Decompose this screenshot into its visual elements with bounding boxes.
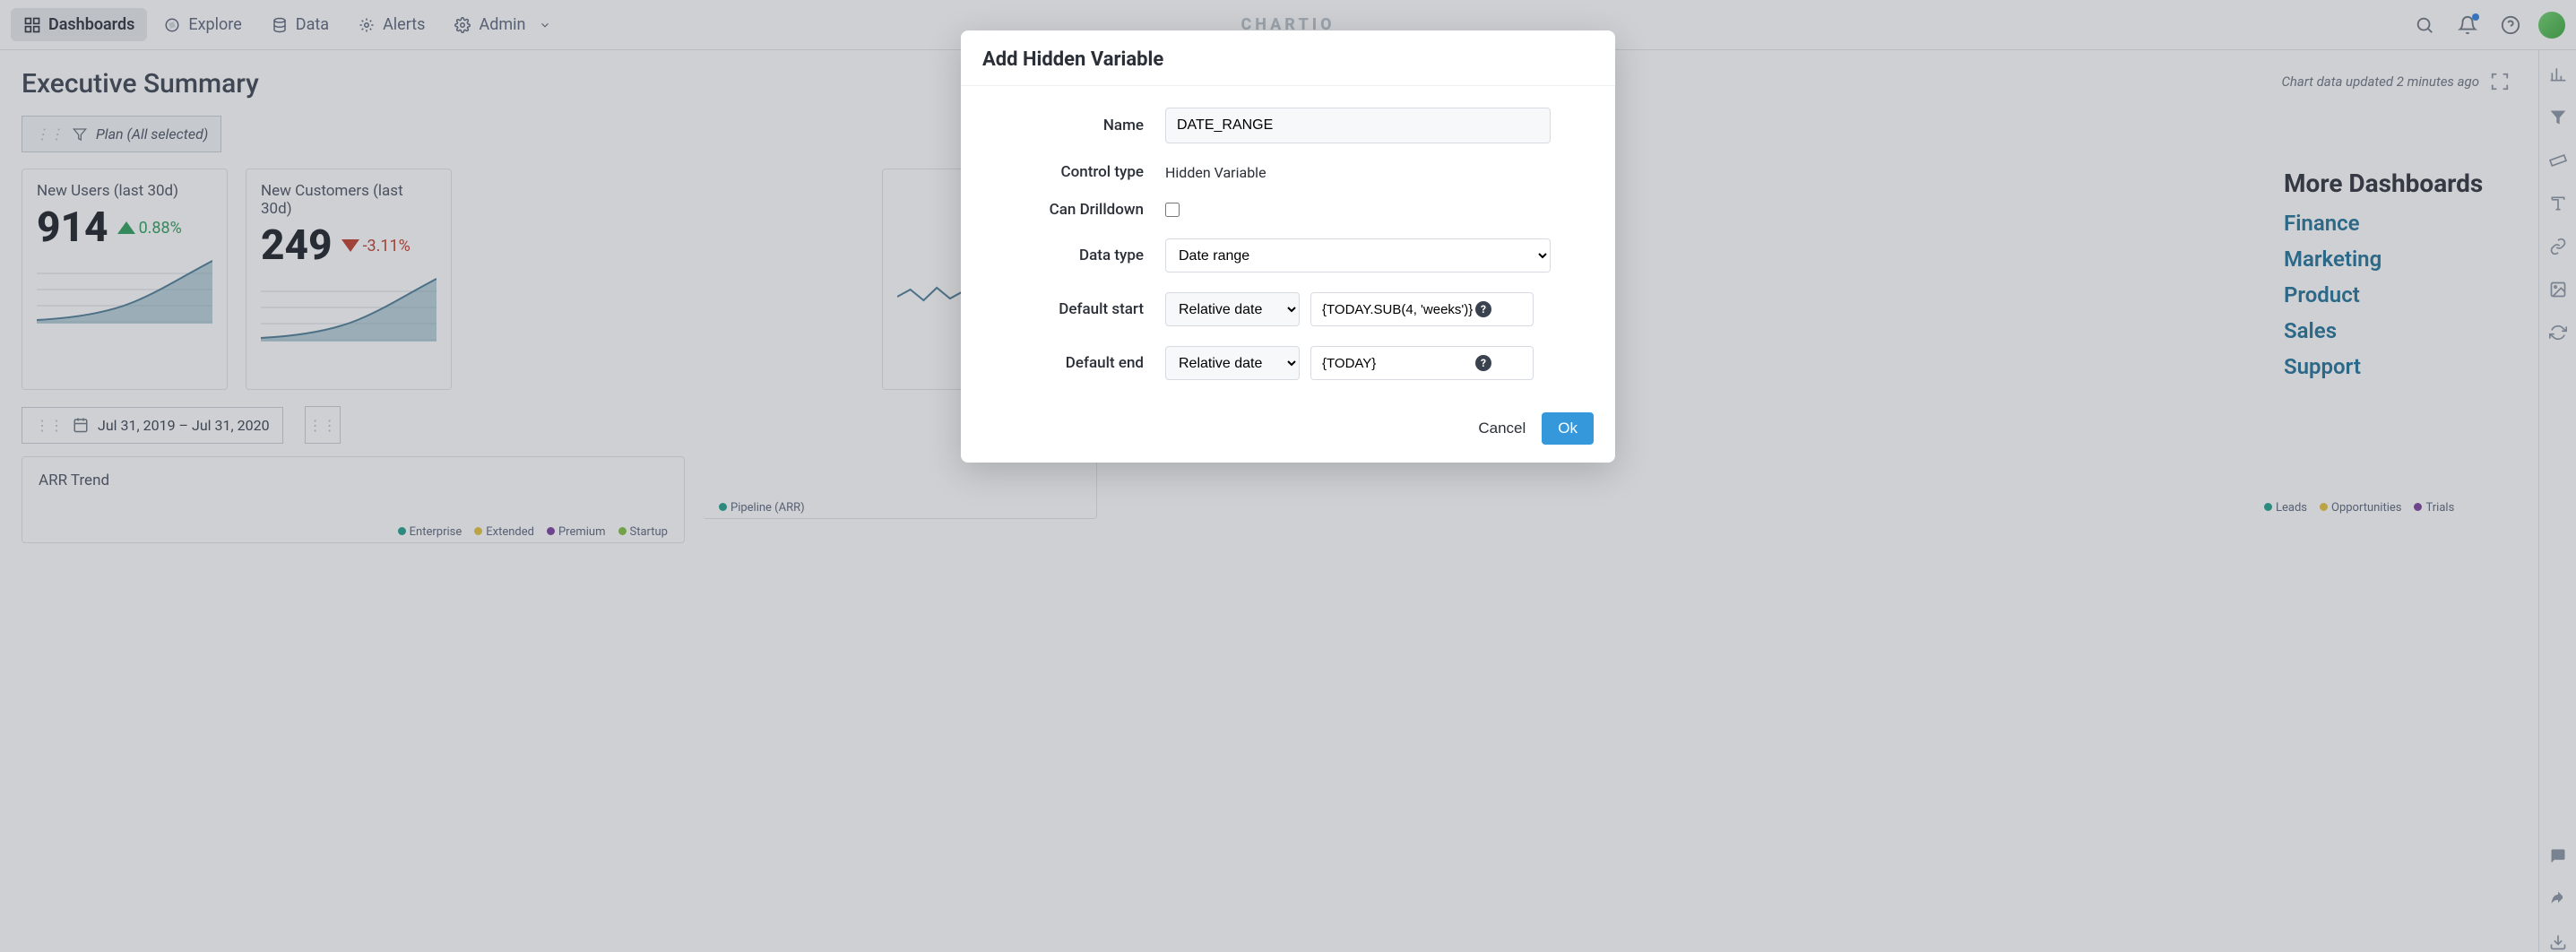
default-end-mode-select[interactable]: Relative date: [1165, 346, 1300, 380]
help-icon[interactable]: ?: [1475, 301, 1491, 317]
name-label: Name: [986, 117, 1165, 134]
can-drilldown-checkbox[interactable]: [1165, 203, 1180, 217]
modal-scrim[interactable]: Add Hidden Variable Name Control type Hi…: [0, 0, 2576, 952]
can-drilldown-label: Can Drilldown: [986, 201, 1165, 219]
help-icon[interactable]: ?: [1475, 355, 1491, 371]
control-type-value: Hidden Variable: [1165, 164, 1266, 181]
cancel-button[interactable]: Cancel: [1478, 420, 1526, 437]
name-input[interactable]: [1165, 108, 1551, 143]
data-type-select[interactable]: Date range: [1165, 238, 1551, 273]
control-type-label: Control type: [986, 163, 1165, 181]
add-hidden-variable-modal: Add Hidden Variable Name Control type Hi…: [961, 30, 1615, 463]
data-type-label: Data type: [986, 247, 1165, 264]
default-end-label: Default end: [986, 354, 1165, 372]
default-end-expr-input[interactable]: [1310, 346, 1534, 380]
default-start-expr-input[interactable]: [1310, 292, 1534, 326]
modal-title: Add Hidden Variable: [961, 30, 1615, 86]
ok-button[interactable]: Ok: [1542, 412, 1594, 445]
default-start-mode-select[interactable]: Relative date: [1165, 292, 1300, 326]
default-start-label: Default start: [986, 300, 1165, 318]
